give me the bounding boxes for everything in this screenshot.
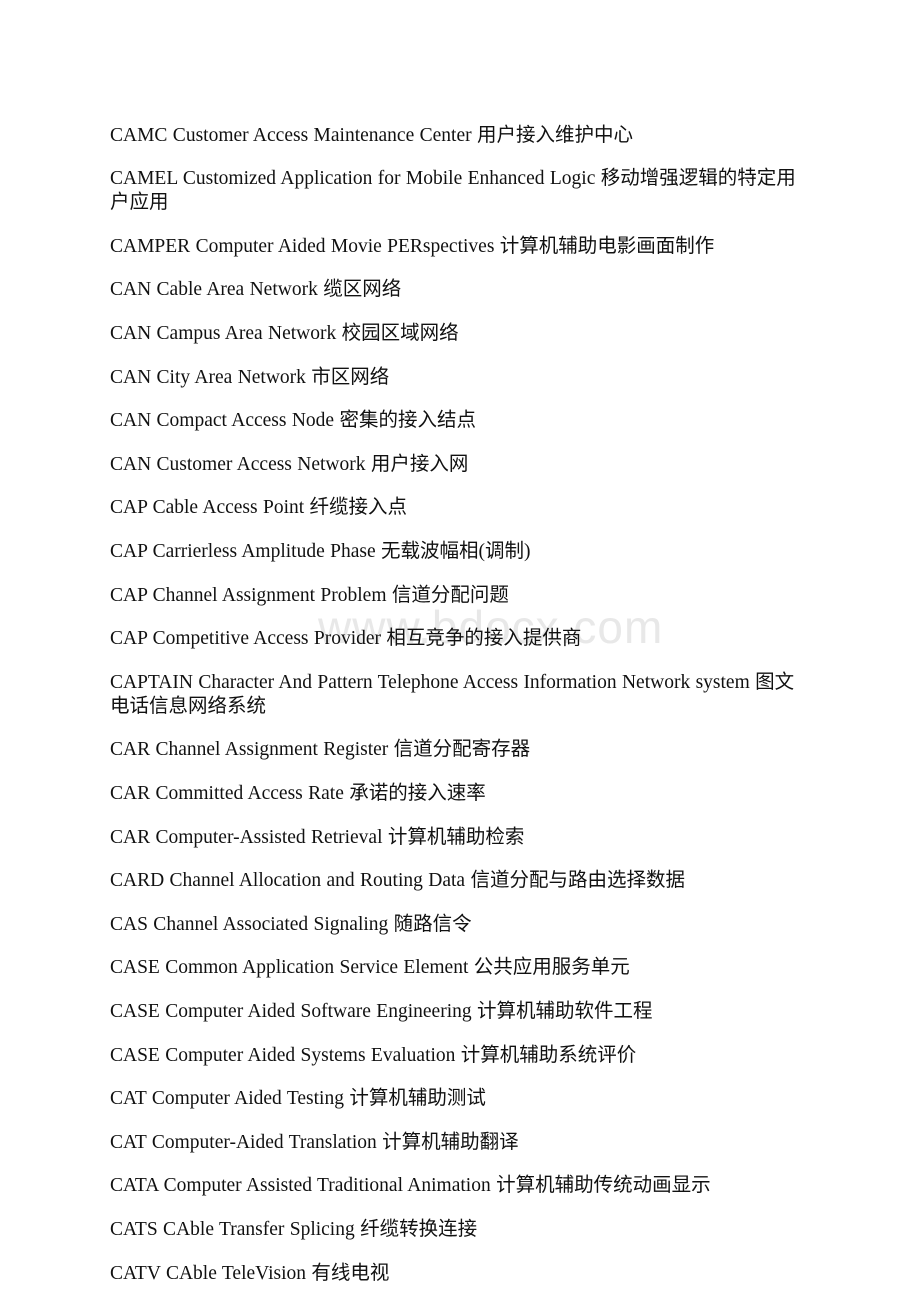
document-page: www.bdocx.com CAMC Customer Access Maint…: [0, 0, 920, 1302]
glossary-entry: CAP Competitive Access Provider 相互竞争的接入提…: [110, 628, 582, 650]
glossary-entry-list: CAMC Customer Access Maintenance Center …: [110, 104, 810, 1302]
glossary-entry: CAP Channel Assignment Problem 信道分配问题: [110, 584, 509, 606]
glossary-entry: CAP Cable Access Point 纤缆接入点: [110, 497, 408, 519]
glossary-entry: CASE Computer Aided Software Engineering…: [110, 1000, 653, 1022]
glossary-entry: CAT Computer-Aided Translation 计算机辅助翻译: [110, 1131, 519, 1153]
glossary-entry: CASE Common Application Service Element …: [110, 957, 630, 979]
glossary-entry: CAR Channel Assignment Register 信道分配寄存器: [110, 739, 531, 761]
glossary-entry: CATV CAble TeleVision 有线电视: [110, 1262, 390, 1284]
glossary-entry: CAS Channel Associated Signaling 随路信令: [110, 913, 472, 935]
glossary-entry: CAT Computer Aided Testing 计算机辅助测试: [110, 1088, 486, 1110]
glossary-entry: CAN City Area Network 市区网络: [110, 366, 390, 388]
glossary-entry: CATA Computer Assisted Traditional Anima…: [110, 1175, 711, 1197]
glossary-entry: CAP Carrierless Amplitude Phase 无载波幅相(调制…: [110, 540, 531, 562]
glossary-entry: CASE Computer Aided Systems Evaluation 计…: [110, 1044, 637, 1066]
glossary-entry: CAMC Customer Access Maintenance Center …: [110, 124, 633, 146]
glossary-entry: CAN Customer Access Network 用户接入网: [110, 453, 469, 475]
glossary-entry: CAMEL Customized Application for Mobile …: [110, 168, 796, 214]
glossary-entry: CAR Committed Access Rate 承诺的接入速率: [110, 783, 486, 804]
glossary-entry: CAN Compact Access Node 密集的接入结点: [110, 410, 476, 432]
glossary-entry: CAMPER Computer Aided Movie PERspectives…: [110, 235, 715, 257]
glossary-entry: CAR Computer-Assisted Retrieval 计算机辅助检索: [110, 826, 525, 848]
glossary-entry: CAN Campus Area Network 校园区域网络: [110, 322, 459, 344]
glossary-entry: CAPTAIN Character And Pattern Telephone …: [110, 671, 795, 717]
glossary-entry: CATS CAble Transfer Splicing 纤缆转换连接: [110, 1218, 478, 1240]
glossary-entry: CARD Channel Allocation and Routing Data…: [110, 870, 685, 892]
glossary-entry: CAN Cable Area Network 缆区网络: [110, 279, 402, 301]
